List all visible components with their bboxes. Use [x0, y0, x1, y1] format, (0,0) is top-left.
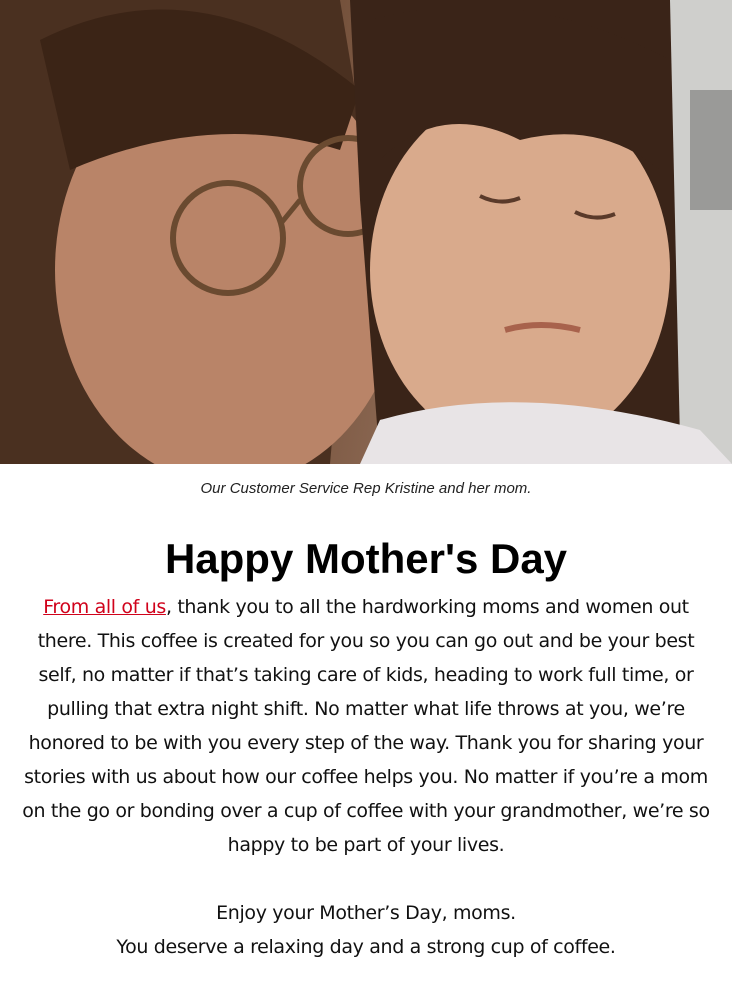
photo-caption: Our Customer Service Rep Kristine and he…: [200, 480, 532, 497]
article-body-text: , thank you to all the hardworking moms …: [22, 596, 710, 856]
page-title: Happy Mother's Day: [164, 535, 568, 582]
mother-daughter-photo: [0, 0, 732, 464]
closing-message: Enjoy your Mother’s Day, moms. You deser…: [0, 896, 732, 964]
from-all-of-us-link[interactable]: From all of us: [43, 596, 166, 618]
closing-line-1: Enjoy your Mother’s Day, moms.: [216, 902, 516, 924]
closing-line-2: You deserve a relaxing day and a strong …: [116, 936, 616, 958]
article-body: From all of us, thank you to all the har…: [22, 590, 710, 862]
hero-photo: [0, 0, 732, 464]
